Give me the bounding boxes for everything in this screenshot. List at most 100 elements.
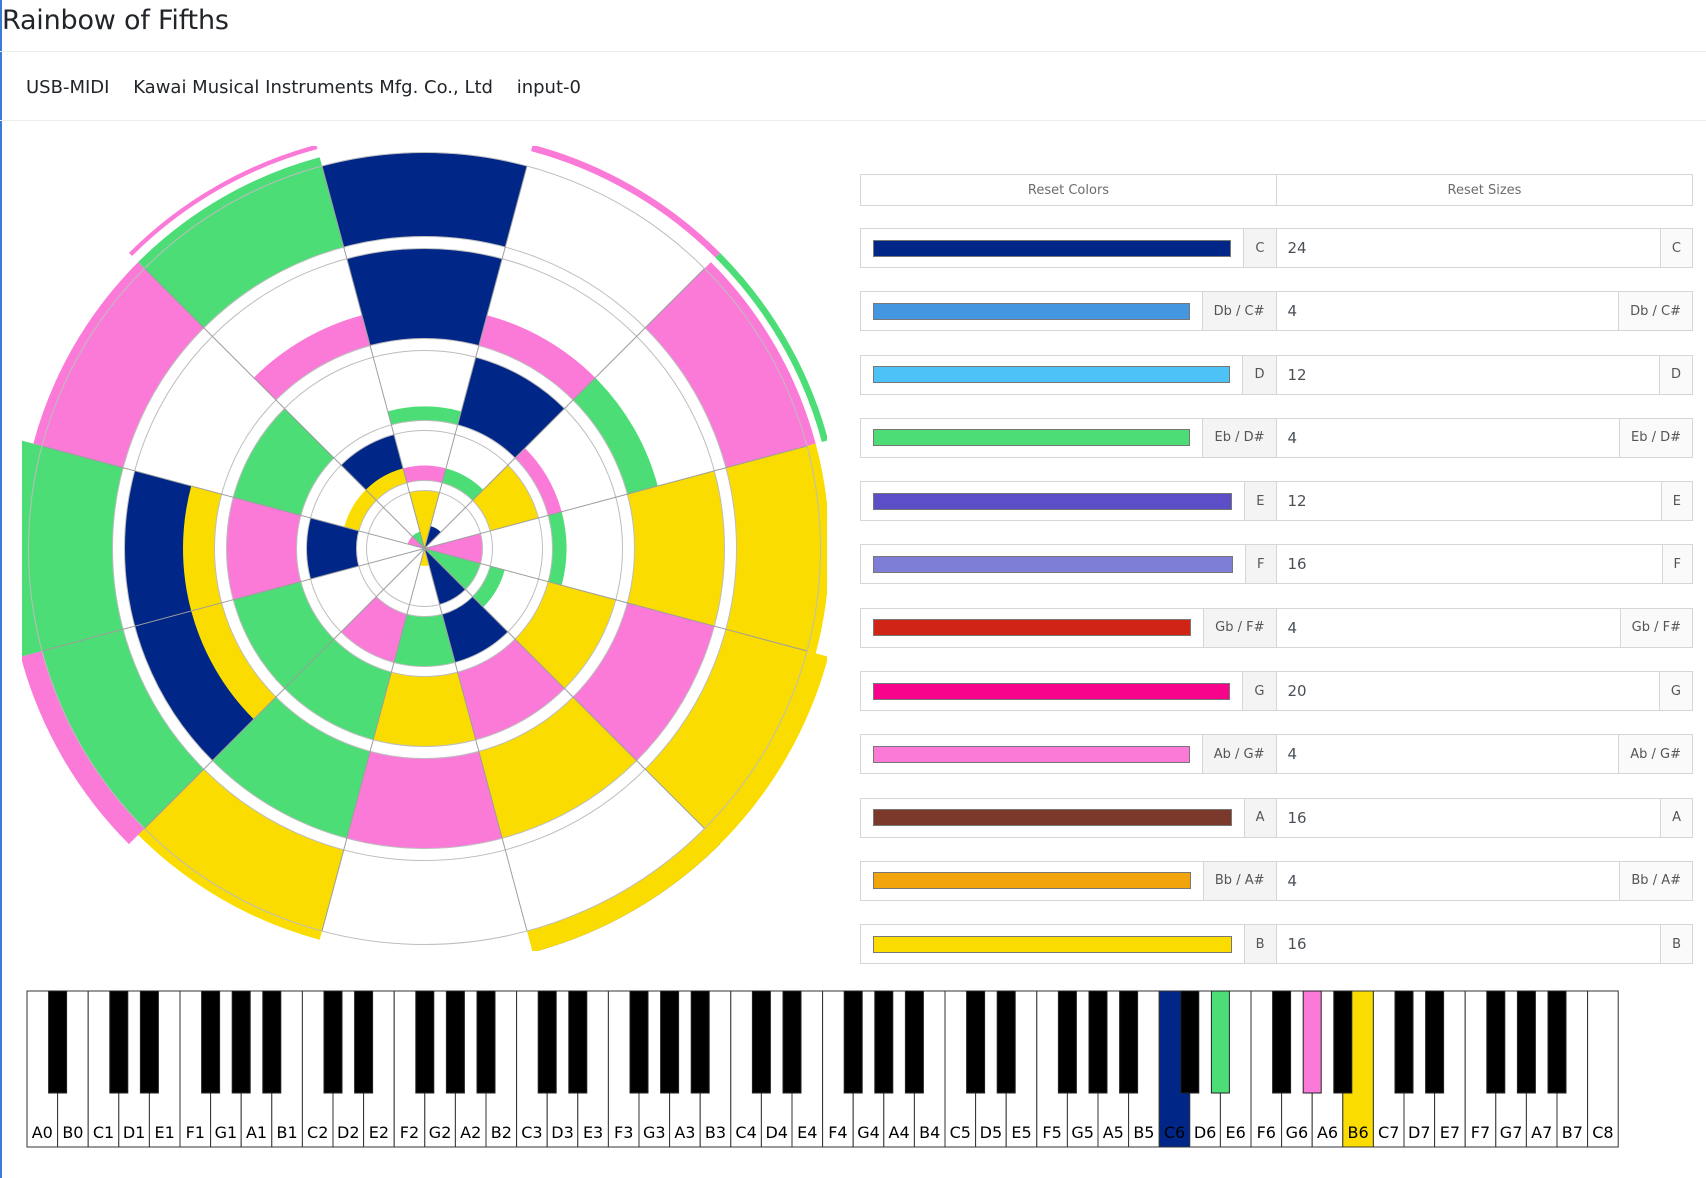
key-label: C7 [1378, 1123, 1399, 1142]
black-key-fsharp5[interactable] [1057, 990, 1077, 1094]
size-value: 4 [1287, 745, 1298, 764]
wheel-segment [233, 408, 334, 516]
key-label: G5 [1071, 1123, 1094, 1142]
black-key-gsharp1[interactable] [231, 990, 251, 1094]
settings-panel: Reset Colors Reset Sizes C 24 C Db / C# 4 Db … [860, 174, 1693, 988]
wheel-segment [645, 262, 816, 468]
note-label: F [1661, 545, 1692, 584]
black-key-dsharp1[interactable] [139, 990, 159, 1094]
key-label: G2 [429, 1123, 452, 1142]
black-key-dsharp4[interactable] [782, 990, 802, 1094]
note-row-bb-asharp: Bb / A# 4 Bb / A# [860, 860, 1693, 901]
key-label: C1 [93, 1123, 114, 1142]
color-picker[interactable]: Ab / G# [860, 734, 1277, 775]
black-key-csharp1[interactable] [109, 990, 129, 1094]
size-input[interactable]: 4 Ab / G# [1276, 734, 1693, 775]
color-picker[interactable]: C [860, 228, 1277, 268]
black-key-gsharp7[interactable] [1516, 990, 1536, 1094]
color-picker[interactable]: Gb / F# [860, 607, 1277, 648]
color-picker[interactable]: Bb / A# [860, 860, 1277, 901]
key-label: G4 [857, 1123, 880, 1142]
device-manufacturer: Kawai Musical Instruments Mfg. Co., Ltd [133, 77, 493, 98]
black-key-dsharp7[interactable] [1425, 990, 1445, 1094]
black-key-gsharp5[interactable] [1088, 990, 1108, 1094]
black-key-csharp4[interactable] [751, 990, 771, 1094]
note-label: Eb / D# [1618, 418, 1692, 457]
size-input[interactable]: 4 Eb / D# [1276, 417, 1693, 458]
key-label: A5 [1103, 1123, 1124, 1142]
black-key-fsharp3[interactable] [629, 990, 649, 1094]
key-label: B2 [491, 1123, 512, 1142]
note-row-g: G 20 G [860, 671, 1693, 712]
size-input[interactable]: 16 F [1276, 544, 1693, 585]
key-label: G3 [643, 1123, 666, 1142]
note-row-ab-gsharp: Ab / G# 4 Ab / G# [860, 734, 1693, 775]
color-swatch [873, 935, 1232, 953]
black-key-dsharp2[interactable] [354, 990, 374, 1094]
size-input[interactable]: 12 D [1276, 354, 1693, 395]
key-label: G6 [1286, 1123, 1309, 1142]
color-picker[interactable]: D [860, 354, 1277, 395]
black-key-fsharp7[interactable] [1486, 990, 1506, 1094]
white-key-c8[interactable]: C8 [1587, 990, 1619, 1148]
color-picker[interactable]: E [860, 481, 1277, 522]
black-key-csharp3[interactable] [537, 990, 557, 1094]
note-label: C [1659, 229, 1692, 267]
black-key-asharp2[interactable] [476, 990, 496, 1094]
black-key-dsharp6[interactable] [1210, 990, 1230, 1094]
size-input[interactable]: 20 G [1276, 671, 1693, 712]
black-key-csharp7[interactable] [1394, 990, 1414, 1094]
size-value: 4 [1287, 428, 1298, 447]
note-label: Bb / A# [1619, 861, 1692, 900]
black-key-fsharp2[interactable] [415, 990, 435, 1094]
black-key-csharp6[interactable] [1180, 990, 1200, 1094]
black-key-asharp0[interactable] [48, 990, 68, 1094]
key-label: D4 [765, 1123, 788, 1142]
size-input[interactable]: 24 C [1276, 228, 1693, 268]
wheel-segment [346, 248, 503, 346]
black-key-asharp5[interactable] [1119, 990, 1139, 1094]
note-label: C [1243, 229, 1277, 267]
key-label: A2 [460, 1123, 481, 1142]
size-input[interactable]: 16 B [1276, 924, 1693, 965]
black-key-asharp3[interactable] [690, 990, 710, 1094]
color-swatch [873, 682, 1231, 700]
reset-sizes-button[interactable]: Reset Sizes [1277, 174, 1693, 206]
black-key-asharp7[interactable] [1547, 990, 1567, 1094]
size-input[interactable]: 4 Gb / F# [1276, 607, 1693, 648]
color-picker[interactable]: B [860, 924, 1277, 965]
black-key-asharp1[interactable] [262, 990, 282, 1094]
color-swatch [873, 619, 1192, 637]
color-swatch [873, 745, 1190, 763]
color-picker[interactable]: F [860, 544, 1277, 585]
black-key-dsharp5[interactable] [996, 990, 1016, 1094]
black-key-gsharp2[interactable] [445, 990, 465, 1094]
color-picker[interactable]: Eb / D# [860, 417, 1277, 458]
black-key-asharp6[interactable] [1333, 990, 1353, 1094]
note-label: Db / C# [1618, 292, 1692, 331]
black-key-csharp2[interactable] [323, 990, 343, 1094]
size-input[interactable]: 4 Bb / A# [1276, 860, 1693, 901]
size-input[interactable]: 12 E [1276, 481, 1693, 522]
black-key-gsharp3[interactable] [660, 990, 680, 1094]
size-input[interactable]: 4 Db / C# [1276, 291, 1693, 332]
black-key-fsharp6[interactable] [1272, 990, 1292, 1094]
black-key-gsharp6[interactable] [1302, 990, 1322, 1094]
color-picker[interactable]: Db / C# [860, 291, 1277, 332]
black-key-dsharp3[interactable] [568, 990, 588, 1094]
wheel-segment [572, 377, 658, 495]
color-picker[interactable]: G [860, 671, 1277, 712]
key-label: D5 [980, 1123, 1003, 1142]
size-input[interactable]: 16 A [1276, 797, 1693, 838]
black-key-fsharp4[interactable] [843, 990, 863, 1094]
black-key-csharp5[interactable] [966, 990, 986, 1094]
page-title: Rainbow of Fifths [2, 5, 229, 36]
reset-colors-button[interactable]: Reset Colors [860, 174, 1277, 206]
black-key-asharp4[interactable] [904, 990, 924, 1094]
key-label: B3 [705, 1123, 726, 1142]
key-label: C5 [950, 1123, 971, 1142]
size-value: 16 [1287, 808, 1307, 827]
black-key-fsharp1[interactable] [201, 990, 221, 1094]
color-picker[interactable]: A [860, 797, 1277, 838]
black-key-gsharp4[interactable] [874, 990, 894, 1094]
